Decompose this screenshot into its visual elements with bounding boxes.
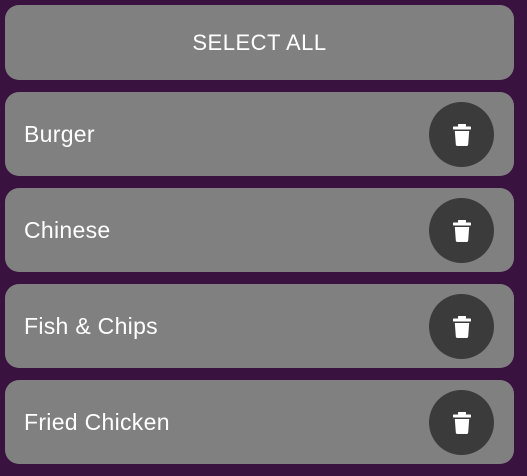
list-item[interactable]: Chinese bbox=[5, 188, 514, 272]
list-item[interactable]: Burger bbox=[5, 92, 514, 176]
list-item[interactable]: Fried Chicken bbox=[5, 380, 514, 464]
trash-icon bbox=[452, 315, 471, 338]
list-item[interactable]: Fish & Chips bbox=[5, 284, 514, 368]
trash-icon bbox=[452, 411, 471, 434]
trash-icon bbox=[452, 123, 471, 146]
item-label: Burger bbox=[24, 120, 95, 147]
food-selection-screen: SELECT ALL Burger Chinese Fish & Chips F… bbox=[0, 0, 527, 476]
food-list: Burger Chinese Fish & Chips Fried Chicke… bbox=[5, 92, 514, 476]
select-all-button[interactable]: SELECT ALL bbox=[5, 5, 514, 80]
delete-button[interactable] bbox=[429, 390, 494, 455]
item-label: Fried Chicken bbox=[24, 408, 170, 435]
delete-button[interactable] bbox=[429, 294, 494, 359]
trash-icon bbox=[452, 219, 471, 242]
delete-button[interactable] bbox=[429, 102, 494, 167]
item-label: Fish & Chips bbox=[24, 312, 158, 339]
item-label: Chinese bbox=[24, 216, 111, 243]
delete-button[interactable] bbox=[429, 198, 494, 263]
